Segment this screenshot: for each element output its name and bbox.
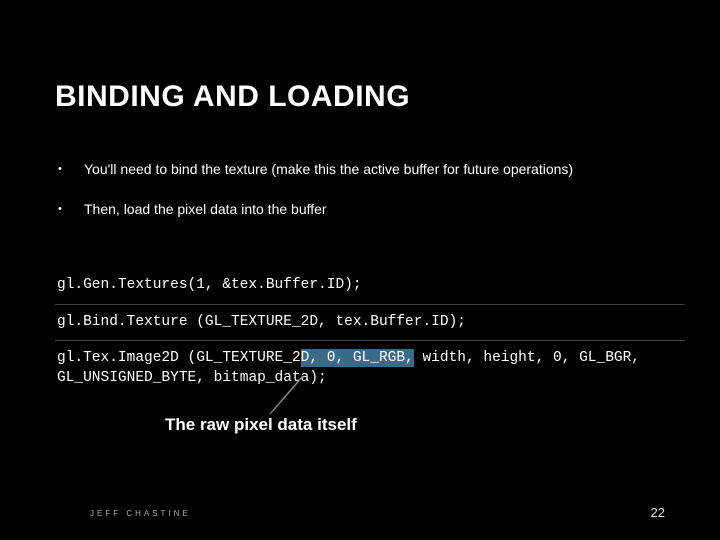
bullet-item: • You'll need to bind the texture (make …	[58, 160, 670, 180]
code-seg: );	[309, 370, 326, 386]
code-highlight: D, 0, GL_RGB,	[301, 349, 414, 367]
code-seg: gl.Tex.Image2D (GL_TEXTURE_2	[57, 350, 301, 366]
bullet-list: • You'll need to bind the texture (make …	[58, 160, 670, 239]
bullet-marker: •	[58, 160, 84, 180]
code-block: gl.Gen.Textures(1, &tex.Buffer.ID); gl.B…	[55, 268, 685, 396]
bullet-marker: •	[58, 200, 84, 220]
code-line-1: gl.Gen.Textures(1, &tex.Buffer.ID);	[55, 268, 685, 305]
footer-page-number: 22	[651, 505, 665, 520]
bullet-text: You'll need to bind the texture (make th…	[84, 160, 670, 180]
code-bitmap-arg: bitmap_data	[214, 370, 310, 386]
annotation-label: The raw pixel data itself	[165, 415, 357, 435]
slide-title: BINDING AND LOADING	[55, 80, 410, 114]
code-line-2: gl.Bind.Texture (GL_TEXTURE_2D, tex.Buff…	[55, 305, 685, 342]
footer-author: JEFF CHASTINE	[90, 509, 191, 518]
bullet-text: Then, load the pixel data into the buffe…	[84, 200, 670, 220]
bullet-item: • Then, load the pixel data into the buf…	[58, 200, 670, 220]
slide: BINDING AND LOADING • You'll need to bin…	[0, 0, 720, 540]
shadow-overlay	[0, 400, 720, 490]
code-line-3: gl.Tex.Image2D (GL_TEXTURE_2D, 0, GL_RGB…	[55, 341, 685, 396]
